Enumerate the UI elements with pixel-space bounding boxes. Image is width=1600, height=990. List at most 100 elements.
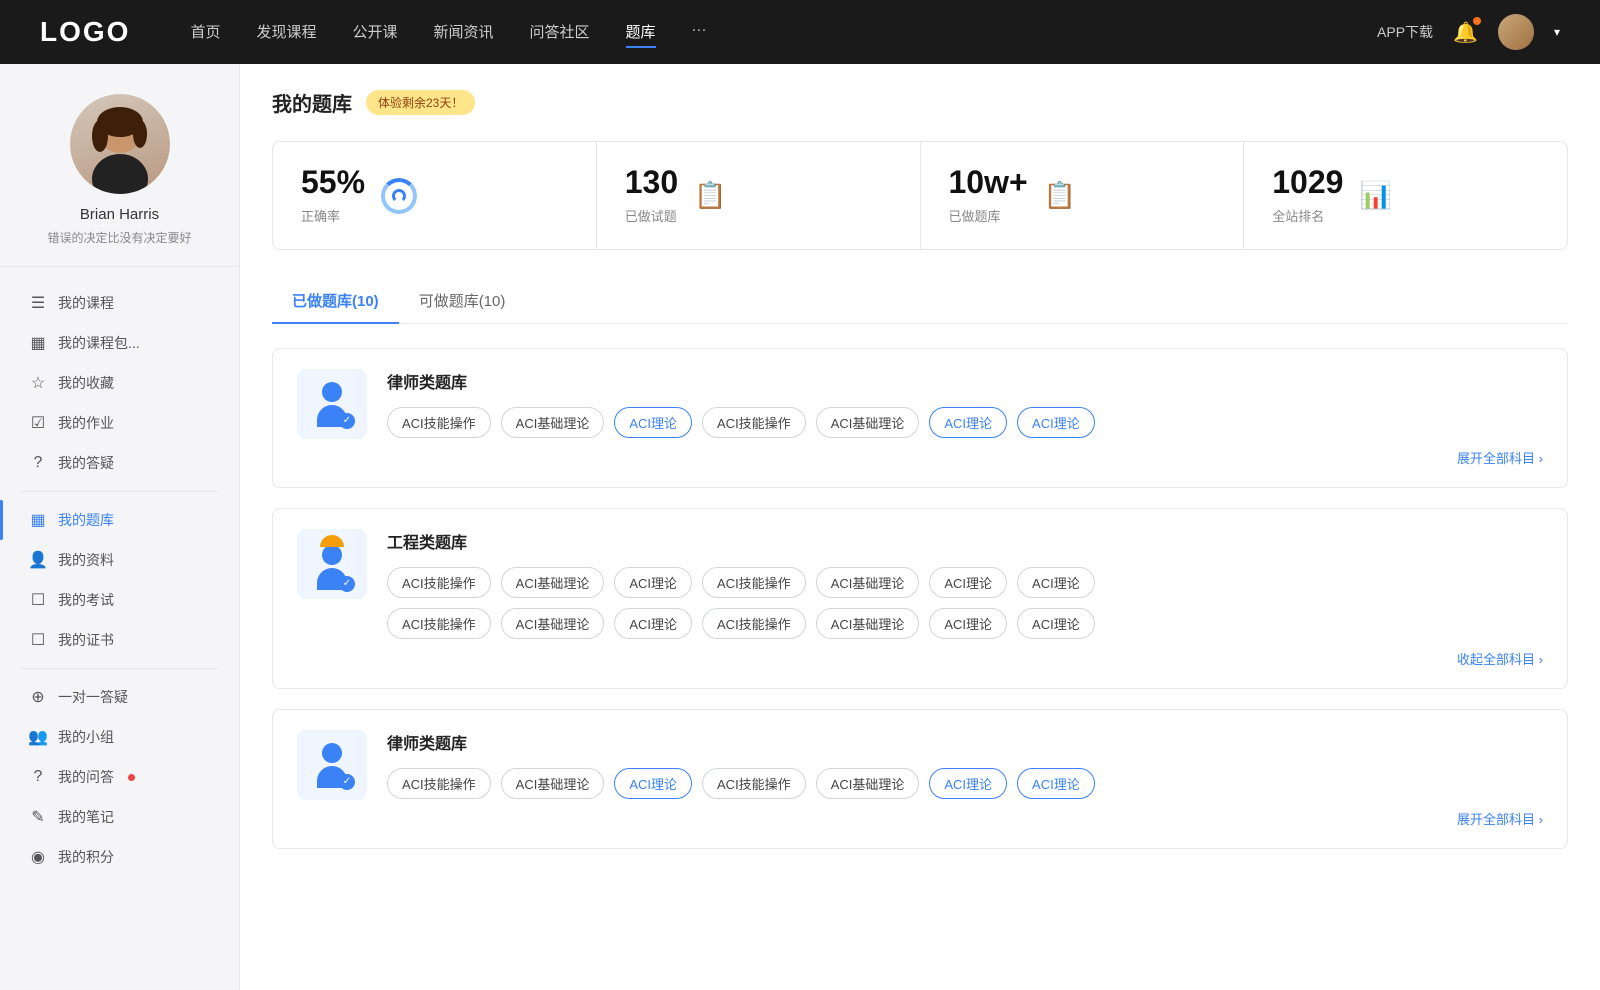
avatar[interactable]	[1498, 14, 1534, 50]
bank-tag[interactable]: ACI理论	[614, 608, 692, 639]
bank-tag[interactable]: ACI理论	[614, 768, 692, 799]
stat-info: 130 已做试题	[625, 166, 678, 225]
main-content: 我的题库 体验剩余23天！ 55% 正确率 130 已做试题 📋 10w+ 已做…	[240, 64, 1600, 990]
sidebar-item-one-on-one[interactable]: ⊕一对一答疑	[0, 677, 239, 717]
bank-tag[interactable]: ACI基础理论	[501, 567, 605, 598]
stat-card-正确率: 55% 正确率	[273, 142, 597, 249]
tab-已做题库(10)[interactable]: 已做题库(10)	[272, 278, 399, 323]
sidebar-item-course-package[interactable]: ▦我的课程包...	[0, 323, 239, 363]
bank-tag[interactable]: ACI理论	[614, 567, 692, 598]
bank-expand-btn[interactable]: 展开全部科目 ›	[387, 809, 1543, 828]
menu-icon-one-on-one: ⊕	[28, 687, 48, 707]
sidebar-item-questions[interactable]: ?我的答疑	[0, 443, 239, 483]
menu-icon-profile: 👤	[28, 550, 48, 570]
sidebar-item-points[interactable]: ◉我的积分	[0, 837, 239, 877]
menu-icon-my-questions: ?	[28, 768, 48, 786]
stat-info: 1029 全站排名	[1272, 166, 1343, 225]
navbar-item-问答社区[interactable]: 问答社区	[530, 17, 590, 48]
avatar-image	[70, 94, 170, 194]
bank-tag[interactable]: ACI基础理论	[816, 768, 920, 799]
sidebar-username: Brian Harris	[80, 206, 159, 223]
notification-bell[interactable]: 🔔	[1453, 20, 1478, 45]
sidebar-item-question-bank[interactable]: ▦ 我的题库	[0, 500, 239, 540]
bank-tag[interactable]: ACI基础理论	[816, 608, 920, 639]
bank-tag[interactable]: ACI理论	[1017, 407, 1095, 438]
menu-label-course: 我的课程	[58, 293, 114, 313]
sidebar-divider	[20, 668, 219, 669]
sidebar-menu: ☰ 我的课程 ▦我的课程包...☆我的收藏☑我的作业?我的答疑 ▦ 我的题库 👤 我的资料 ☐…	[0, 283, 239, 877]
menu-icon-favorites: ☆	[28, 373, 48, 393]
app-download-button[interactable]: APP下载	[1377, 22, 1433, 42]
bank-tag[interactable]: ACI理论	[929, 768, 1007, 799]
stat-label: 全站排名	[1272, 206, 1343, 225]
list-yellow-icon: 📋	[1044, 180, 1076, 211]
bank-icon-container: ✓	[297, 369, 367, 439]
menu-label-group: 我的小组	[58, 727, 114, 747]
bank-content: 工程类题库 ACI技能操作ACI基础理论ACI理论ACI技能操作ACI基础理论A…	[387, 529, 1543, 668]
stats-row: 55% 正确率 130 已做试题 📋 10w+ 已做题库 📋 1029 全站排名…	[272, 141, 1568, 250]
sidebar-item-homework[interactable]: ☑我的作业	[0, 403, 239, 443]
navbar-item-···[interactable]: ···	[692, 17, 707, 48]
sidebar-item-course[interactable]: ☰ 我的课程	[0, 283, 239, 323]
bank-tag[interactable]: ACI技能操作	[387, 608, 491, 639]
navbar-item-首页[interactable]: 首页	[190, 17, 220, 48]
sidebar-item-favorites[interactable]: ☆我的收藏	[0, 363, 239, 403]
menu-label-question-bank: 我的题库	[58, 510, 114, 530]
menu-icon-questions: ?	[28, 454, 48, 472]
navbar-item-题库[interactable]: 题库	[626, 17, 656, 48]
menu-label-profile: 我的资料	[58, 550, 114, 570]
sidebar-motto: 错误的决定比没有决定要好	[47, 229, 191, 246]
bank-tag[interactable]: ACI基础理论	[501, 608, 605, 639]
bank-tag[interactable]: ACI技能操作	[702, 608, 806, 639]
bank-tags: ACI技能操作 ACI基础理论 ACI理论 ACI技能操作 ACI基础理论 ACI理论 AC…	[387, 407, 1543, 438]
bank-tag[interactable]: ACI理论	[1017, 768, 1095, 799]
menu-icon-course: ☰	[28, 293, 48, 313]
navbar-item-新闻资讯[interactable]: 新闻资讯	[434, 17, 494, 48]
bank-tag[interactable]: ACI理论	[1017, 567, 1095, 598]
helmet	[320, 535, 344, 547]
sidebar-item-group[interactable]: 👥 我的小组	[0, 717, 239, 757]
navbar-item-发现课程[interactable]: 发现课程	[256, 17, 316, 48]
bank-tag[interactable]: ACI理论	[929, 608, 1007, 639]
sidebar-item-profile[interactable]: 👤 我的资料	[0, 540, 239, 580]
menu-icon-group: 👥	[28, 727, 48, 747]
sidebar-item-my-questions[interactable]: ?我的问答	[0, 757, 239, 797]
trial-badge: 体验剩余23天！	[366, 90, 475, 115]
avatar	[70, 94, 170, 194]
menu-label-points: 我的积分	[58, 847, 114, 867]
bank-expand-btn[interactable]: 展开全部科目 ›	[387, 448, 1543, 467]
bank-tag[interactable]: ACI技能操作	[387, 567, 491, 598]
notification-dot	[1473, 17, 1481, 25]
bank-tag[interactable]: ACI技能操作	[702, 407, 806, 438]
sidebar-item-certificate[interactable]: ☐我的证书	[0, 620, 239, 660]
bank-tag[interactable]: ACI技能操作	[702, 768, 806, 799]
bank-tags: ACI技能操作 ACI基础理论 ACI理论 ACI技能操作 ACI基础理论 ACI理论 AC…	[387, 768, 1543, 799]
bank-title: 律师类题库	[387, 730, 1543, 754]
bank-tag[interactable]: ACI基础理论	[501, 407, 605, 438]
chevron-down-icon[interactable]: ▾	[1554, 25, 1560, 39]
bank-tag[interactable]: ACI技能操作	[387, 768, 491, 799]
bank-section-bank2: ✓ 工程类题库 ACI技能操作ACI基础理论ACI理论ACI技能操作ACI基础理…	[272, 508, 1568, 689]
bank-tag[interactable]: ACI技能操作	[702, 567, 806, 598]
bank-tag[interactable]: ACI理论	[929, 567, 1007, 598]
bank-tag[interactable]: ACI基础理论	[501, 768, 605, 799]
stat-value: 130	[625, 166, 678, 198]
lawyer-icon: ✓	[317, 743, 347, 788]
menu-icon-question-bank: ▦	[28, 510, 48, 530]
sidebar: Brian Harris 错误的决定比没有决定要好 ☰ 我的课程 ▦我的课程包...…	[0, 64, 240, 990]
bank-tag[interactable]: ACI理论	[1017, 608, 1095, 639]
unread-dot	[128, 774, 135, 781]
bank-tag[interactable]: ACI理论	[929, 407, 1007, 438]
sidebar-item-notes[interactable]: ✎我的笔记	[0, 797, 239, 837]
bank-collapse-btn[interactable]: 收起全部科目 ›	[387, 649, 1543, 668]
bank-tag[interactable]: ACI基础理论	[816, 407, 920, 438]
tabs: 已做题库(10)可做题库(10)	[272, 278, 1568, 324]
navbar-item-公开课[interactable]: 公开课	[352, 17, 397, 48]
stat-label: 正确率	[301, 206, 365, 225]
bank-tag[interactable]: ACI基础理论	[816, 567, 920, 598]
bank-tag[interactable]: ACI理论	[614, 407, 692, 438]
sidebar-item-exam[interactable]: ☐我的考试	[0, 580, 239, 620]
tab-可做题库(10)[interactable]: 可做题库(10)	[399, 278, 526, 323]
bank-tag[interactable]: ACI技能操作	[387, 407, 491, 438]
stat-value: 55%	[301, 166, 365, 198]
